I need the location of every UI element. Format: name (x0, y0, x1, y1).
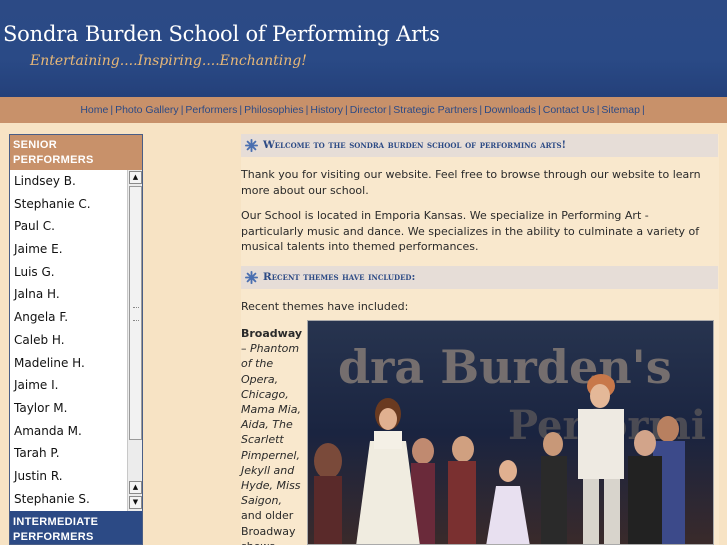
nav-performers[interactable]: Performers (185, 104, 237, 116)
scrollbar-grip-icon (133, 307, 139, 321)
nav-separator: | (538, 104, 541, 116)
nav-downloads[interactable]: Downloads (484, 104, 536, 116)
site-tagline: Entertaining....Inspiring....Enchanting! (30, 53, 307, 69)
broadway-label: Broadway (241, 327, 303, 340)
broadway-dash: – (241, 342, 247, 356)
broadway-description: Broadway – Phantom of the Opera, Chicago… (241, 326, 303, 545)
list-item[interactable]: Amanda M. (10, 420, 128, 443)
nav-strategic-partners[interactable]: Strategic Partners (393, 104, 477, 116)
nav-photo-gallery[interactable]: Photo Gallery (115, 104, 179, 116)
list-item[interactable]: Paul C. (10, 215, 128, 238)
senior-title-line2: PERFORMERS (13, 154, 94, 166)
senior-performers-header: SENIOR PERFORMERS (10, 135, 142, 170)
list-item[interactable]: Stephanie S. (10, 488, 128, 511)
nav-history[interactable]: History (310, 104, 343, 116)
main-content: Welcome to the sondra burden school of p… (241, 134, 719, 545)
themes-heading: Recent themes have included: (263, 271, 416, 283)
themes-intro: Recent themes have included: (241, 300, 409, 313)
site-title[interactable]: Sondra Burden School of Performing Arts (3, 22, 440, 46)
list-item[interactable]: Taylor M. (10, 397, 128, 420)
welcome-heading: Welcome to the sondra burden school of p… (263, 139, 567, 151)
photo-banner-text: dra Burden's (338, 340, 672, 394)
asterisk-icon (245, 271, 258, 284)
scroll-down-arrow-icon[interactable]: ▼ (129, 496, 142, 509)
senior-title-line1: SENIOR (13, 139, 57, 151)
location-paragraph: Our School is located in Emporia Kansas.… (241, 209, 700, 253)
scroll-up-arrow-icon[interactable]: ▲ (129, 481, 142, 494)
list-item[interactable]: Luis G. (10, 261, 128, 284)
broadway-tail: and older Broadway shows such (241, 509, 296, 545)
list-item[interactable]: Stephanie C. (10, 193, 128, 216)
performance-photo: dra Burden's Performi (307, 320, 714, 545)
welcome-heading-bar: Welcome to the sondra burden school of p… (241, 134, 718, 157)
main-nav: Home | Photo Gallery | Performers | Philosophi… (0, 97, 727, 123)
list-item[interactable]: Jalna H. (10, 283, 128, 306)
list-item[interactable]: Jaime I. (10, 374, 128, 397)
performers-sidebar: SENIOR PERFORMERS Lindsey B. Stephanie C… (9, 134, 143, 545)
intermediate-title-line2: PERFORMERS (13, 531, 94, 543)
performance-photo-illustration: dra Burden's Performi (308, 321, 713, 544)
performer-list: Lindsey B. Stephanie C. Paul C. Jaime E.… (10, 170, 128, 510)
nav-separator: | (641, 104, 645, 116)
nav-separator: | (345, 104, 348, 116)
list-item[interactable]: Madeline H. (10, 352, 128, 375)
site-header: Sondra Burden School of Performing Arts … (0, 0, 727, 97)
asterisk-icon (245, 139, 258, 152)
scrollbar-thumb[interactable] (129, 186, 142, 440)
list-item[interactable]: Lindsey B. (10, 170, 128, 193)
senior-performers-listbox[interactable]: Lindsey B. Stephanie C. Paul C. Jaime E.… (10, 170, 142, 511)
broadway-shows: Phantom of the Opera, Chicago, Mama Mia,… (241, 342, 301, 508)
themes-heading-bar: Recent themes have included: (241, 266, 718, 289)
nav-director[interactable]: Director (350, 104, 387, 116)
list-item[interactable]: Angela F. (10, 306, 128, 329)
nav-sitemap[interactable]: Sitemap (601, 104, 640, 116)
list-scrollbar[interactable]: ▲ ▲ ▼ (127, 170, 142, 511)
nav-philosophies[interactable]: Philosophies (244, 104, 304, 116)
intermediate-title-line1: INTERMEDIATE (13, 516, 99, 528)
list-item[interactable]: Jaime E. (10, 238, 128, 261)
intro-paragraph: Thank you for visiting our website. Feel… (241, 168, 701, 197)
list-item[interactable]: Caleb H. (10, 329, 128, 352)
nav-home[interactable]: Home (80, 104, 108, 116)
list-item[interactable]: Justin R. (10, 465, 128, 488)
nav-contact-us[interactable]: Contact Us (543, 104, 595, 116)
intermediate-performers-header[interactable]: INTERMEDIATE PERFORMERS (10, 511, 142, 544)
list-item[interactable]: Tarah P. (10, 442, 128, 465)
scroll-up-arrow-icon[interactable]: ▲ (129, 171, 142, 184)
